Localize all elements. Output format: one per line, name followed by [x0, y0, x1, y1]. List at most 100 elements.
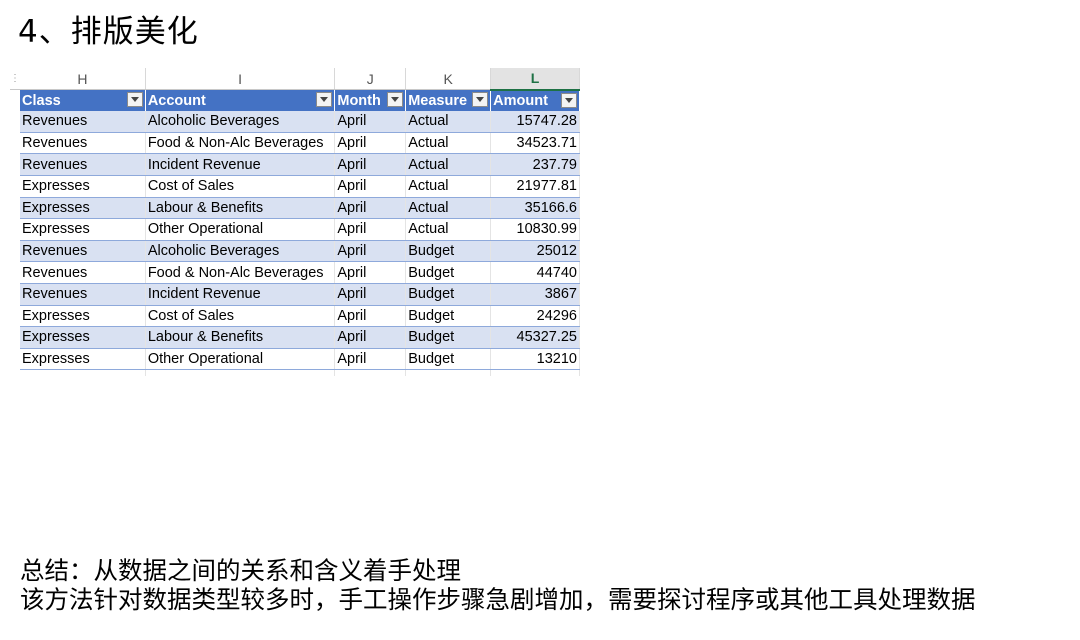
filter-dropdown-icon[interactable]	[316, 92, 333, 108]
header-class[interactable]: Class	[20, 89, 146, 112]
cell-class[interactable]: Revenues	[20, 132, 146, 155]
cell-month[interactable]: April	[334, 218, 407, 241]
cell-amount[interactable]: 15747.28	[490, 111, 580, 133]
empty-cell[interactable]	[20, 369, 146, 377]
cell-amount[interactable]: 3867	[490, 283, 580, 306]
cell-amount[interactable]: 25012	[490, 240, 580, 263]
slide-title: 4、排版美化	[18, 14, 199, 50]
header-class-label: Class	[22, 92, 61, 109]
cell-month[interactable]: April	[334, 240, 407, 263]
cell-amount[interactable]: 44740	[490, 261, 580, 284]
cell-class[interactable]: Expresses	[20, 175, 146, 198]
cell-amount[interactable]: 10830.99	[490, 218, 580, 241]
cell-measure[interactable]: Budget	[405, 240, 492, 263]
filter-dropdown-icon[interactable]	[472, 92, 489, 108]
cell-amount[interactable]: 237.79	[490, 153, 580, 176]
cell-account[interactable]: Labour & Benefits	[145, 197, 336, 220]
cell-measure[interactable]: Actual	[405, 153, 492, 176]
cell-measure[interactable]: Budget	[405, 261, 492, 284]
cell-class[interactable]: Expresses	[20, 305, 146, 328]
header-measure-label: Measure	[408, 92, 468, 109]
cell-amount[interactable]: 45327.25	[490, 326, 580, 349]
cell-month[interactable]: April	[334, 111, 407, 133]
cell-measure[interactable]: Actual	[405, 218, 492, 241]
header-account-label: Account	[147, 92, 206, 109]
filter-dropdown-icon[interactable]	[387, 92, 404, 108]
table-row: Revenues Food & Non-Alc Beverages April Bud…	[10, 261, 580, 284]
cell-month[interactable]: April	[334, 153, 407, 176]
header-account[interactable]: Account	[145, 89, 336, 112]
cell-measure[interactable]: Actual	[405, 197, 492, 220]
cell-class[interactable]: Revenues	[20, 261, 146, 284]
table-row: Expresses Cost of Sales April Actual 21977.8…	[10, 175, 580, 198]
cell-class[interactable]: Expresses	[20, 326, 146, 349]
cell-month[interactable]: April	[334, 132, 407, 155]
cell-account[interactable]: Incident Revenue	[145, 283, 336, 306]
table-row: Revenues Alcoholic Beverages April Actual 15…	[10, 111, 580, 133]
cell-month[interactable]: April	[334, 283, 407, 306]
cell-amount[interactable]: 13210	[490, 348, 580, 371]
cell-amount[interactable]: 24296	[490, 305, 580, 328]
cell-measure[interactable]: Budget	[405, 283, 492, 306]
summary-line-1: 总结：从数据之间的关系和含义着手处理	[20, 556, 461, 585]
cell-amount[interactable]: 34523.71	[490, 132, 580, 155]
cell-class[interactable]: Revenues	[20, 240, 146, 263]
cell-measure[interactable]: Actual	[405, 132, 492, 155]
empty-cell	[10, 369, 20, 377]
cell-account[interactable]: Alcoholic Beverages	[145, 111, 336, 133]
header-amount-label: Amount	[493, 92, 548, 109]
column-letter-k[interactable]: K	[405, 68, 492, 91]
table-row: Revenues Food & Non-Alc Beverages April Act…	[10, 132, 580, 155]
field-header-row: Class Account Month Measure Amount	[10, 89, 580, 112]
summary: 总结：从数据之间的关系和含义着手处理 该方法针对数据类型较多时，手工操作步骤急剧…	[20, 556, 976, 614]
cell-month[interactable]: April	[334, 197, 407, 220]
cell-month[interactable]: April	[334, 305, 407, 328]
cell-account[interactable]: Cost of Sales	[145, 305, 336, 328]
cell-class[interactable]: Revenues	[20, 111, 146, 133]
column-letter-h[interactable]: H	[20, 68, 146, 91]
cell-class[interactable]: Expresses	[20, 348, 146, 371]
cell-measure[interactable]: Budget	[405, 305, 492, 328]
cell-amount[interactable]: 21977.81	[490, 175, 580, 198]
filter-dropdown-icon[interactable]	[126, 92, 143, 108]
summary-line-2: 该方法针对数据类型较多时，手工操作步骤急剧增加，需要探讨程序或其他工具处理数据	[20, 585, 976, 614]
cell-amount[interactable]: 35166.6	[490, 197, 580, 220]
cell-account[interactable]: Other Operational	[145, 218, 336, 241]
cell-measure[interactable]: Actual	[405, 111, 492, 133]
filter-dropdown-icon[interactable]	[561, 92, 577, 108]
cell-month[interactable]: April	[334, 348, 407, 371]
header-month[interactable]: Month	[334, 89, 407, 112]
column-letter-i[interactable]: I	[145, 68, 336, 91]
cell-account[interactable]: Cost of Sales	[145, 175, 336, 198]
column-letter-j[interactable]: J	[334, 68, 407, 91]
empty-cell[interactable]	[334, 369, 407, 377]
empty-cell[interactable]	[145, 369, 336, 377]
table-row: Expresses Labour & Benefits April Actual 351…	[10, 197, 580, 220]
cell-measure[interactable]: Budget	[405, 326, 492, 349]
empty-cell[interactable]	[405, 369, 492, 377]
cell-month[interactable]: April	[334, 175, 407, 198]
cell-measure[interactable]: Budget	[405, 348, 492, 371]
cell-class[interactable]: Revenues	[20, 283, 146, 306]
table-row: Expresses Other Operational April Budget 132…	[10, 348, 580, 371]
empty-cell[interactable]	[490, 369, 580, 377]
cell-class[interactable]: Expresses	[20, 197, 146, 220]
column-letter-l[interactable]: L	[490, 68, 580, 91]
header-measure[interactable]: Measure	[405, 89, 492, 112]
table-row: Expresses Labour & Benefits April Budget 453…	[10, 326, 580, 349]
cell-month[interactable]: April	[334, 326, 407, 349]
row-header-grip[interactable]: ⋮	[10, 68, 20, 91]
cell-account[interactable]: Incident Revenue	[145, 153, 336, 176]
cell-account[interactable]: Alcoholic Beverages	[145, 240, 336, 263]
header-amount[interactable]: Amount	[490, 89, 580, 112]
cell-account[interactable]: Food & Non-Alc Beverages	[145, 261, 336, 284]
cell-class[interactable]: Expresses	[20, 218, 146, 241]
column-header-row: ⋮ H I J K L	[10, 68, 580, 91]
cell-month[interactable]: April	[334, 261, 407, 284]
cell-measure[interactable]: Actual	[405, 175, 492, 198]
table-row: Revenues Incident Revenue April Actual 237.7…	[10, 153, 580, 176]
cell-account[interactable]: Other Operational	[145, 348, 336, 371]
cell-class[interactable]: Revenues	[20, 153, 146, 176]
cell-account[interactable]: Food & Non-Alc Beverages	[145, 132, 336, 155]
cell-account[interactable]: Labour & Benefits	[145, 326, 336, 349]
